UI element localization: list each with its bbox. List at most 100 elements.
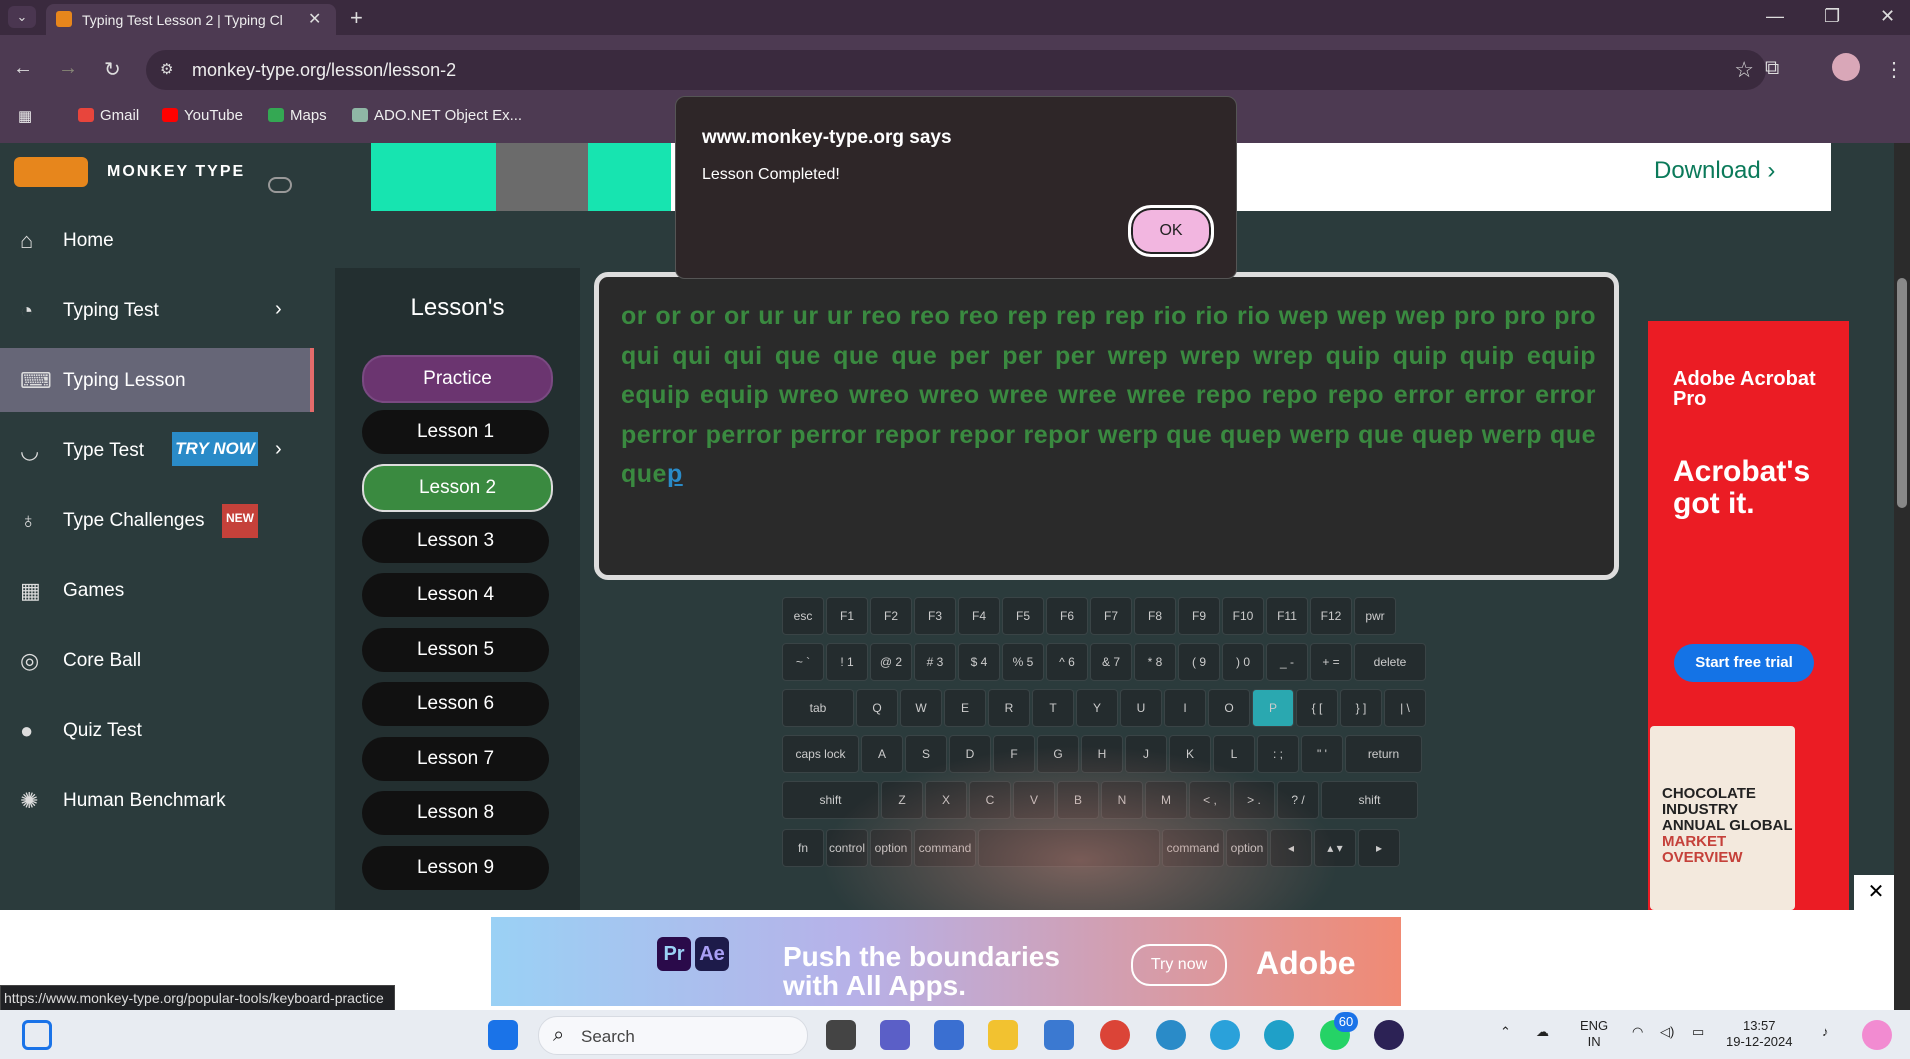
ad-photo bbox=[496, 143, 588, 211]
try-now-badge[interactable]: TRY NOW bbox=[172, 432, 258, 466]
start-trial-button[interactable]: Start free trial bbox=[1674, 644, 1814, 682]
bookmark-gmail[interactable]: Gmail bbox=[78, 107, 139, 124]
maps-icon bbox=[268, 108, 284, 122]
site-info-icon[interactable]: ⚙ bbox=[160, 60, 173, 78]
search-label: Search bbox=[581, 1027, 635, 1046]
scrollbar-thumb[interactable] bbox=[1897, 278, 1907, 508]
tab-search-button[interactable]: ⌄ bbox=[8, 6, 36, 28]
key-f12: F12 bbox=[1310, 597, 1352, 635]
bottom-banner-ad[interactable]: Pr Ae Push the boundaries with All Apps.… bbox=[491, 917, 1401, 1006]
key-4: $ 4 bbox=[958, 643, 1000, 681]
sidebar-item-games[interactable]: ▦ Games bbox=[0, 558, 310, 622]
show-hidden-icons[interactable]: ⌃ bbox=[1500, 1024, 1511, 1040]
lesson-1-button[interactable]: Lesson 1 bbox=[362, 410, 549, 454]
sidebar-item-type-test[interactable]: ◡ Type Test TRY NOW › bbox=[0, 418, 310, 482]
sidebar-item-label: Quiz Test bbox=[63, 720, 142, 741]
lesson-3-button[interactable]: Lesson 3 bbox=[362, 519, 549, 563]
new-tab-button[interactable]: + bbox=[350, 5, 363, 31]
challenge-icon: ♁ bbox=[20, 508, 37, 533]
bookmark-maps[interactable]: Maps bbox=[268, 107, 327, 124]
key-f6: F6 bbox=[1046, 597, 1088, 635]
lesson-5-button[interactable]: Lesson 5 bbox=[362, 628, 549, 672]
sidebar-item-typing-test[interactable]: ◔ Typing Test › bbox=[0, 278, 310, 342]
volume-icon[interactable]: ◁) bbox=[1660, 1024, 1674, 1040]
keyboard-icon: ⌨ bbox=[20, 368, 52, 393]
theme-toggle[interactable] bbox=[268, 177, 292, 193]
edge-icon[interactable] bbox=[1264, 1020, 1294, 1050]
sidebar-item-home[interactable]: ⌂ Home bbox=[0, 208, 310, 272]
sidebar-item-label: Games bbox=[63, 580, 125, 601]
lesson-6-button[interactable]: Lesson 6 bbox=[362, 682, 549, 726]
profile-avatar[interactable] bbox=[1832, 53, 1860, 81]
hands-overlay bbox=[820, 745, 1340, 910]
battery-icon[interactable]: ▭ bbox=[1692, 1024, 1704, 1040]
onedrive-icon[interactable]: ☁ bbox=[1536, 1024, 1549, 1040]
extensions-icon[interactable]: ⧉ bbox=[1765, 57, 1779, 80]
file-explorer-icon[interactable] bbox=[988, 1020, 1018, 1050]
address-bar[interactable]: ⚙ monkey-type.org/lesson/lesson-2 ☆ bbox=[146, 50, 1766, 90]
lesson-4-button[interactable]: Lesson 4 bbox=[362, 573, 549, 617]
try-now-button[interactable]: Try now bbox=[1131, 944, 1227, 986]
telegram-icon[interactable] bbox=[1210, 1020, 1240, 1050]
key-p: P bbox=[1252, 689, 1294, 727]
url-text[interactable]: monkey-type.org/lesson/lesson-2 bbox=[192, 60, 456, 81]
close-window-icon[interactable]: ✕ bbox=[1880, 6, 1895, 27]
sidebar-item-type-challenges[interactable]: ♁ Type Challenges NEW bbox=[0, 488, 310, 552]
apps-grid-icon[interactable]: ▦ bbox=[18, 107, 32, 125]
ad-report-card[interactable]: CHOCOLATE INDUSTRY ANNUAL GLOBAL MARKET O… bbox=[1650, 726, 1795, 910]
active-tab[interactable]: Typing Test Lesson 2 | Typing Cl ✕ bbox=[46, 4, 336, 35]
taskbar-search[interactable]: ⌕ Search bbox=[538, 1016, 808, 1055]
eclipse-icon[interactable] bbox=[1374, 1020, 1404, 1050]
menu-icon[interactable]: ⋮ bbox=[1884, 57, 1904, 82]
typing-text-box[interactable]: or or or or ur ur ur reo reo reo rep rep… bbox=[594, 272, 1619, 580]
scrollbar[interactable] bbox=[1894, 143, 1910, 1010]
right-sidebar-ad[interactable]: Adobe Acrobat Pro Acrobat's got it. Star… bbox=[1648, 321, 1849, 910]
key-f3: F3 bbox=[914, 597, 956, 635]
bookmark-youtube[interactable]: YouTube bbox=[162, 107, 243, 124]
key-2: @ 2 bbox=[870, 643, 912, 681]
lesson-2-button[interactable]: Lesson 2 bbox=[362, 464, 553, 512]
language-indicator[interactable]: ENG IN bbox=[1580, 1018, 1608, 1050]
restore-icon[interactable]: ❐ bbox=[1824, 6, 1840, 27]
key-q: Q bbox=[856, 689, 898, 727]
copilot-icon[interactable] bbox=[1862, 1020, 1892, 1050]
clock[interactable]: 13:57 19-12-2024 bbox=[1726, 1018, 1793, 1050]
ok-button[interactable]: OK bbox=[1128, 205, 1214, 257]
lessons-panel: Lesson's Practice Lesson 1 Lesson 2 Less… bbox=[335, 268, 580, 910]
key-8: * 8 bbox=[1134, 643, 1176, 681]
wifi-icon[interactable]: ◠ bbox=[1632, 1024, 1643, 1040]
lesson-7-button[interactable]: Lesson 7 bbox=[362, 737, 549, 781]
forward-icon[interactable]: → bbox=[58, 57, 78, 80]
teams-icon[interactable] bbox=[880, 1020, 910, 1050]
bookmark-adonet[interactable]: ADO.NET Object Ex... bbox=[352, 107, 522, 124]
key-f2: F2 bbox=[870, 597, 912, 635]
sidebar-item-quiz-test[interactable]: ● Quiz Test bbox=[0, 698, 310, 762]
ad-download-link[interactable]: Download › bbox=[1654, 157, 1775, 185]
dialog-title: www.monkey-type.org says bbox=[702, 127, 952, 148]
logo-text: MONKEY TYPE bbox=[107, 163, 246, 180]
ad-headline: Acrobat's got it. bbox=[1673, 455, 1811, 520]
myhp-icon[interactable] bbox=[1044, 1020, 1074, 1050]
minimize-icon[interactable]: — bbox=[1766, 6, 1784, 27]
close-tab-icon[interactable]: ✕ bbox=[308, 9, 321, 29]
back-icon[interactable]: ← bbox=[13, 57, 33, 80]
start-icon[interactable] bbox=[488, 1020, 518, 1050]
close-ad-icon[interactable]: ✕ bbox=[1854, 875, 1898, 910]
chrome-icon[interactable] bbox=[1100, 1020, 1130, 1050]
bookmark-star-icon[interactable]: ☆ bbox=[1734, 57, 1754, 83]
lesson-9-button[interactable]: Lesson 9 bbox=[362, 846, 549, 890]
sidebar-item-label: Home bbox=[63, 230, 114, 251]
task-view-icon[interactable] bbox=[826, 1020, 856, 1050]
store-icon[interactable] bbox=[934, 1020, 964, 1050]
desktop-widget-icon[interactable] bbox=[22, 1020, 52, 1050]
monkey-logo[interactable] bbox=[14, 157, 88, 187]
reload-icon[interactable]: ↻ bbox=[104, 57, 121, 82]
sidebar-item-human-benchmark[interactable]: ✺ Human Benchmark bbox=[0, 768, 310, 832]
lesson-8-button[interactable]: Lesson 8 bbox=[362, 791, 549, 835]
sidebar-item-core-ball[interactable]: ◎ Core Ball bbox=[0, 628, 310, 692]
dialog-message: Lesson Completed! bbox=[702, 166, 840, 183]
help-icon[interactable] bbox=[1156, 1020, 1186, 1050]
lesson-practice-button[interactable]: Practice bbox=[362, 355, 553, 403]
notification-bell-icon[interactable]: ♪ bbox=[1822, 1024, 1829, 1040]
sidebar-item-typing-lesson[interactable]: ⌨ Typing Lesson bbox=[0, 348, 314, 412]
